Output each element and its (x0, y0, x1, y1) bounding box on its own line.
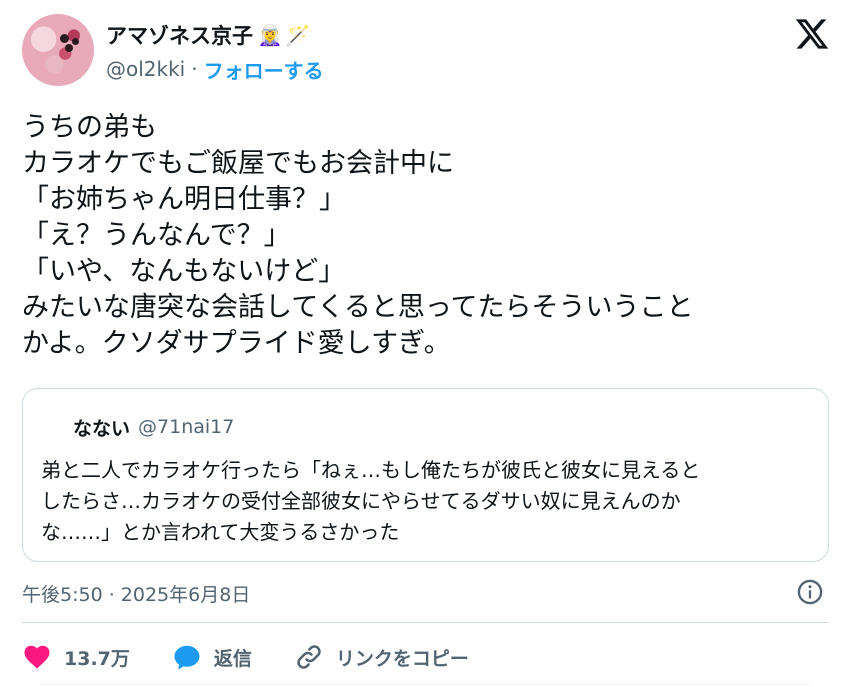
quoted-author-name: なない (73, 417, 131, 440)
tweet-line: カラオケでもご飯屋でもお会計中に (22, 148, 454, 179)
tweet-header: アマゾネス京子 🧝‍♀️ 🪄 @ol2kki · フォローする (22, 14, 832, 86)
author-handle-row: @ol2kki · フォローする (106, 54, 324, 84)
reply-label: 返信 (213, 647, 252, 670)
magic-wand-emoji-icon: 🪄 (285, 23, 311, 47)
tweet-line: 「え？うんなんで？」 (22, 220, 291, 251)
separator: · (191, 57, 198, 81)
link-icon (297, 645, 321, 669)
like-count: 13.7万 (64, 647, 130, 670)
follow-button[interactable]: フォローする (204, 55, 324, 84)
quoted-line: 弟と二人でカラオケ行ったら「ねぇ…もし俺たちが彼氏と彼女に見えると (41, 458, 701, 482)
quoted-tweet-card[interactable]: なない @71nai17 弟と二人でカラオケ行ったら「ねぇ…もし俺たちが彼氏と彼… (22, 388, 829, 562)
info-icon[interactable] (796, 578, 824, 606)
speech-bubble-icon (174, 645, 200, 670)
quoted-line: な……」とか言われて大変うるさかった (41, 520, 400, 544)
tweet-line: 「いや、なんもないけど」 (22, 256, 346, 287)
bottom-divider (40, 684, 810, 685)
elf-emoji-icon: 🧝‍♀️ (257, 23, 283, 47)
tweet-line: かよ。クソダサプライド愛しすぎ。 (22, 328, 451, 359)
avatar[interactable] (22, 14, 94, 86)
like-button[interactable]: 13.7万 (22, 642, 130, 672)
divider (22, 622, 829, 623)
reply-button[interactable]: 返信 (172, 642, 252, 672)
tweet-timestamp[interactable]: 午後5:50 · 2025年6月8日 (22, 578, 250, 608)
tweet-line: みたいな唐突な会話してくると思ってたらそういうこと (22, 292, 694, 323)
copy-link-label: リンクをコピー (335, 647, 469, 670)
quoted-author-handle: @71nai17 (138, 416, 235, 438)
tweet-line: うちの弟も (22, 112, 157, 143)
copy-link-button[interactable]: リンクをコピー (294, 642, 469, 672)
tweet-line: 「お姉ちゃん明日仕事？」 (22, 184, 346, 215)
action-bar: 13.7万 返信 リンクをコピー (22, 640, 511, 674)
author-name-row: アマゾネス京子 🧝‍♀️ 🪄 (106, 20, 311, 50)
quoted-line: したらさ…カラオケの受付全部彼女にやらせてるダサい奴に見えんのか (41, 489, 681, 513)
x-logo-icon[interactable] (794, 16, 830, 52)
author-handle[interactable]: @ol2kki (106, 57, 185, 81)
tweet-text: うちの弟も カラオケでもご飯屋でもお会計中に 「お姉ちゃん明日仕事？」 「え？う… (22, 110, 822, 362)
quoted-tweet-text: 弟と二人でカラオケ行ったら「ねぇ…もし俺たちが彼氏と彼女に見えると したらさ…カ… (41, 455, 821, 548)
heart-icon (24, 645, 50, 669)
quoted-tweet-header: なない @71nai17 (41, 413, 234, 441)
author-display-name[interactable]: アマゾネス京子 (106, 20, 253, 50)
quoted-avatar (41, 415, 65, 439)
